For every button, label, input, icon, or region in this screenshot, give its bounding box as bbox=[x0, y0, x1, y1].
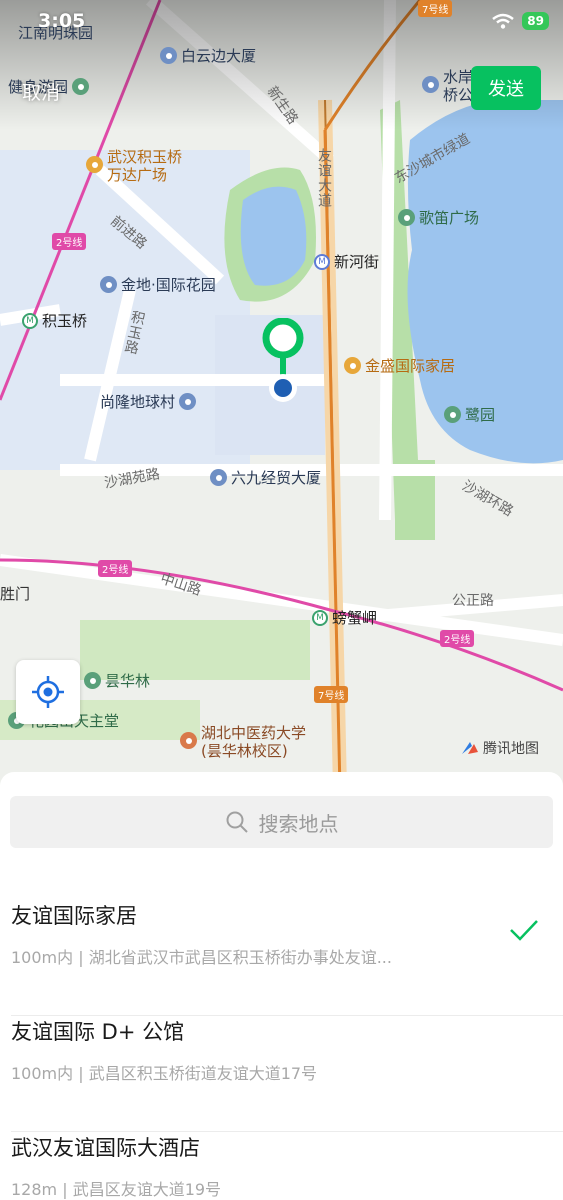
result-address: 100m内 | 湖北省武汉市武昌区积玉桥街办事处友谊... bbox=[11, 948, 392, 967]
park-icon bbox=[398, 209, 415, 226]
poi-label: 尚隆地球村 bbox=[100, 393, 176, 411]
result-address: 100m内 | 武昌区积玉桥街道友谊大道17号 bbox=[11, 1064, 318, 1083]
building-icon bbox=[179, 393, 197, 410]
mall-icon bbox=[344, 357, 361, 374]
road-label: 胜门 bbox=[0, 585, 31, 603]
poi-label: 歌笛广场 bbox=[419, 209, 480, 227]
search-input[interactable]: 搜索地点 bbox=[10, 796, 553, 848]
cancel-button[interactable]: 取消 bbox=[22, 78, 60, 105]
metro-line-badge: 7号线 bbox=[418, 0, 453, 17]
metro-line-badge: 2号线 bbox=[52, 233, 87, 250]
park-icon bbox=[444, 406, 461, 423]
metro-line-badge: 2号线 bbox=[440, 630, 475, 647]
poi[interactable]: 金盛国际家居 bbox=[344, 355, 455, 376]
metro-icon: M bbox=[22, 312, 38, 329]
mall-icon bbox=[86, 156, 103, 173]
poi[interactable]: 歌笛广场 bbox=[398, 207, 479, 228]
wifi-icon bbox=[492, 13, 515, 29]
poi-label: 金盛国际家居 bbox=[365, 357, 456, 375]
result-name: 友谊国际 D+ 公馆 bbox=[11, 1020, 185, 1044]
road-label: 公正路 bbox=[452, 593, 494, 609]
tencent-map-logo-icon bbox=[462, 742, 478, 754]
poi[interactable]: 六九经贸大厦 bbox=[210, 467, 321, 488]
poi[interactable]: 白云边大厦 bbox=[160, 45, 256, 66]
poi[interactable]: 湖北中医药大学 (昙华林校区) bbox=[180, 724, 306, 760]
poi-label: 水岸 bbox=[443, 68, 474, 86]
building-icon bbox=[422, 76, 439, 93]
map-view[interactable]: 江南明珠园 白云边大厦 健身游园 水岸 桥公 武汉积玉桥 万达广场 歌笛广场 金地·… bbox=[0, 0, 563, 790]
poi[interactable]: 武汉积玉桥 万达广场 bbox=[86, 148, 182, 184]
poi-label: 六九经贸大厦 bbox=[231, 469, 322, 487]
attribution-text: 腾讯地图 bbox=[483, 741, 539, 757]
checkmark-icon bbox=[509, 918, 539, 946]
result-name: 友谊国际家居 bbox=[11, 904, 137, 928]
status-icons: 89 bbox=[492, 12, 549, 30]
metro-icon: M bbox=[312, 609, 328, 626]
metro-icon: M bbox=[314, 253, 330, 270]
poi-label: 桥公 bbox=[443, 86, 474, 104]
crosshair-icon bbox=[32, 676, 64, 708]
poi-label: 鹭园 bbox=[465, 406, 496, 424]
location-pin-icon[interactable] bbox=[258, 317, 308, 414]
search-icon bbox=[226, 811, 248, 833]
send-button[interactable]: 发送 bbox=[471, 66, 541, 110]
poi[interactable]: 鹭园 bbox=[444, 404, 495, 425]
metro-label: 螃蟹岬 bbox=[332, 609, 378, 627]
building-icon bbox=[160, 47, 177, 64]
battery-indicator: 89 bbox=[522, 12, 549, 30]
result-item[interactable]: 友谊国际家居 100m内 | 湖北省武汉市武昌区积玉桥街办事处友谊... bbox=[0, 900, 563, 1016]
metro-line-badge: 2号线 bbox=[98, 560, 133, 577]
building-icon bbox=[210, 469, 227, 486]
locate-me-button[interactable] bbox=[16, 660, 80, 724]
school-icon bbox=[180, 732, 197, 749]
metro-line-badge: 7号线 bbox=[314, 686, 349, 703]
poi[interactable]: 水岸 桥公 bbox=[422, 68, 473, 104]
road-label: 友谊大道 bbox=[316, 148, 332, 208]
poi-label: 武汉积玉桥 bbox=[107, 148, 183, 166]
map-attribution: 腾讯地图 bbox=[460, 738, 539, 758]
metro-station[interactable]: M 新河街 bbox=[314, 251, 379, 272]
poi[interactable]: 昙华林 bbox=[84, 670, 150, 691]
poi-label: 湖北中医药大学 bbox=[201, 724, 307, 742]
result-name: 武汉友谊国际大酒店 bbox=[11, 1136, 200, 1160]
building-icon bbox=[100, 276, 117, 293]
status-time: 3:05 bbox=[38, 10, 86, 32]
location-sheet: 搜索地点 友谊国际家居 100m内 | 湖北省武汉市武昌区积玉桥街办事处友谊..… bbox=[0, 772, 563, 1200]
poi-label: 昙华林 bbox=[105, 672, 151, 690]
park-icon bbox=[84, 672, 101, 689]
park-icon bbox=[72, 78, 90, 95]
poi[interactable]: 金地·国际花园 bbox=[100, 274, 216, 295]
result-address: 128m | 武昌区友谊大道19号 bbox=[11, 1180, 222, 1199]
poi-label: 金地·国际花园 bbox=[121, 276, 216, 294]
metro-station[interactable]: M 积玉桥 bbox=[22, 310, 87, 331]
result-item[interactable]: 武汉友谊国际大酒店 128m | 武昌区友谊大道19号 bbox=[0, 1132, 563, 1200]
metro-label: 新河街 bbox=[334, 253, 380, 271]
metro-label: 积玉桥 bbox=[42, 312, 88, 330]
poi-label: 万达广场 bbox=[107, 166, 168, 184]
metro-station[interactable]: M 螃蟹岬 bbox=[312, 607, 377, 628]
result-item[interactable]: 友谊国际 D+ 公馆 100m内 | 武昌区积玉桥街道友谊大道17号 bbox=[0, 1016, 563, 1132]
search-placeholder: 搜索地点 bbox=[258, 811, 339, 836]
poi-label: 白云边大厦 bbox=[181, 47, 257, 65]
poi-label: (昙华林校区) bbox=[201, 742, 288, 760]
poi[interactable]: 尚隆地球村 bbox=[100, 391, 200, 412]
